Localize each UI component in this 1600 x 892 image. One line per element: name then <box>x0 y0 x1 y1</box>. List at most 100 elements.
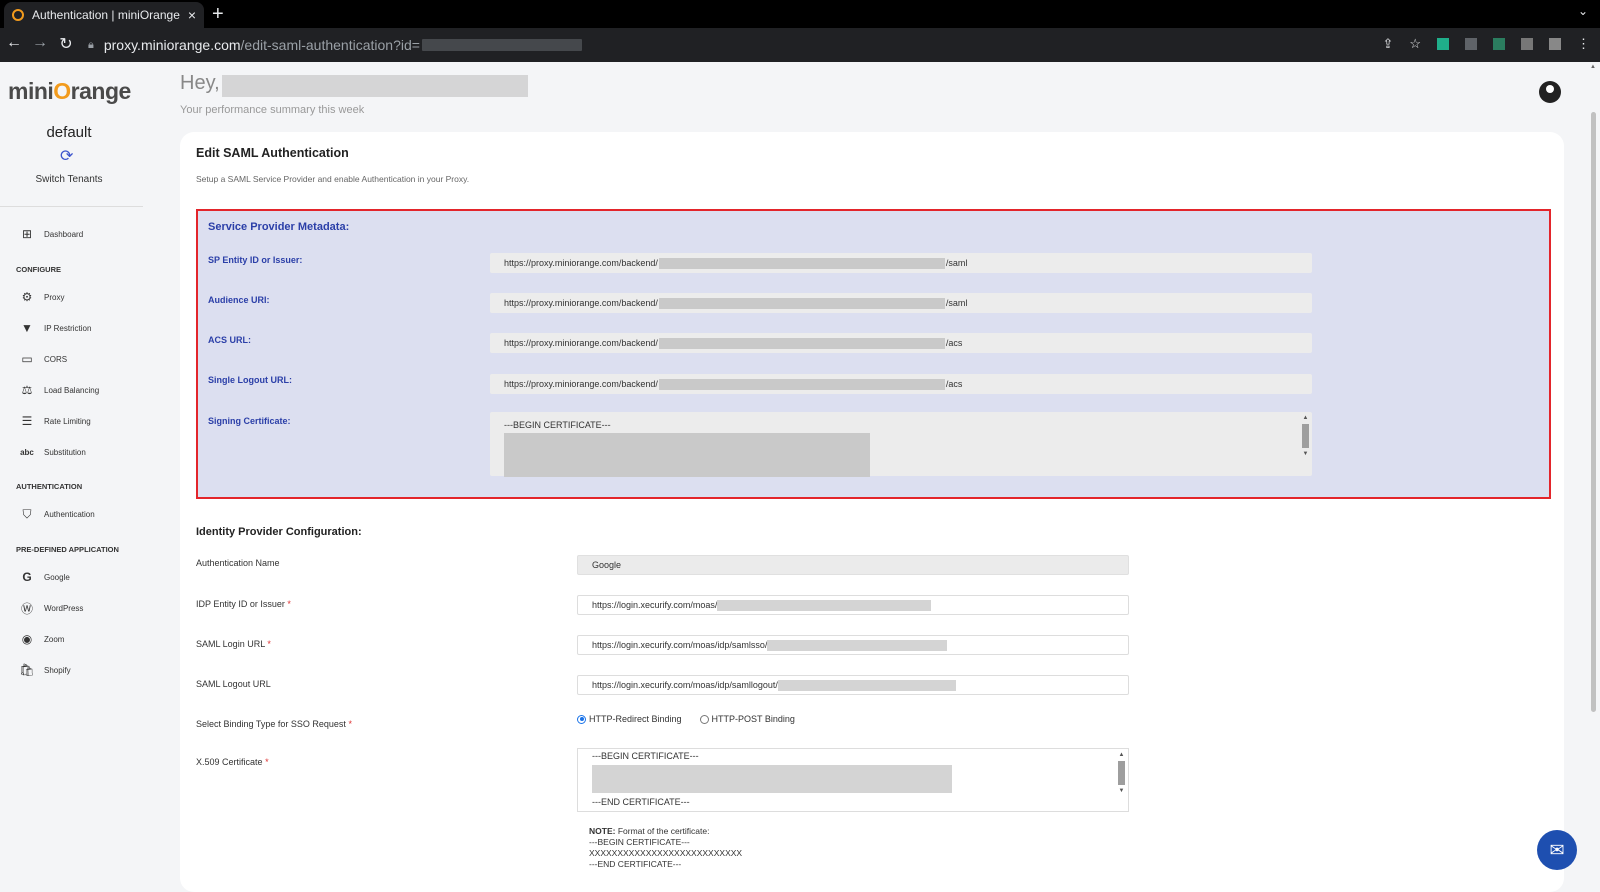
share-icon[interactable]: ⇪ <box>1382 36 1393 52</box>
saml-logout-value: https://login.xecurify.com/moas/idp/saml… <box>592 680 778 690</box>
browser-tab[interactable]: Authentication | miniOrange × <box>4 2 204 28</box>
chat-support-button[interactable]: ✉ <box>1537 830 1577 870</box>
textarea-scrollbar[interactable]: ▲ ▼ <box>1117 751 1126 809</box>
saml-logout-url-field[interactable]: https://login.xecurify.com/moas/idp/saml… <box>577 675 1129 695</box>
monitor-icon: ▭ <box>21 352 33 366</box>
close-tab-icon[interactable]: × <box>188 7 196 23</box>
redacted-id <box>658 378 945 390</box>
sidebar-item-substitution[interactable]: abc Substitution <box>20 445 86 459</box>
scroll-thumb[interactable] <box>1302 424 1309 448</box>
sidebar-item-zoom[interactable]: ◉ Zoom <box>20 632 65 646</box>
x509-end-line: ---END CERTIFICATE--- <box>592 797 690 807</box>
x509-certificate-label: X.509 Certificate * <box>196 757 269 767</box>
extension-icon[interactable] <box>1521 38 1533 50</box>
sidebar-item-label: Load Balancing <box>44 385 100 395</box>
scroll-thumb[interactable] <box>1118 761 1125 785</box>
miniorange-logo[interactable]: miniOrange <box>8 78 131 105</box>
browser-menu-icon[interactable]: ⋮ <box>1577 36 1590 52</box>
audience-prefix: https://proxy.miniorange.com/backend/ <box>504 298 658 308</box>
tenant-name: default <box>46 124 92 141</box>
sidebar-item-label: Dashboard <box>44 229 84 239</box>
sidebar-item-load-balancing[interactable]: ⚖ Load Balancing <box>20 383 100 397</box>
audience-uri-field[interactable]: https://proxy.miniorange.com/backend/ /sa… <box>490 293 1312 313</box>
sidebar-item-label: Proxy <box>44 292 65 302</box>
scroll-down-arrow-icon[interactable]: ▼ <box>1301 450 1310 458</box>
page-scrollbar[interactable]: ▲ <box>1588 62 1598 881</box>
acs-url-field[interactable]: https://proxy.miniorange.com/backend/ /ac… <box>490 333 1312 353</box>
sidebar-item-label: WordPress <box>44 603 84 613</box>
signing-certificate-textarea[interactable]: ---BEGIN CERTIFICATE--- ▲ ▼ <box>490 412 1312 477</box>
sidebar-item-authentication[interactable]: ⛉ Authentication <box>20 506 94 521</box>
idp-entity-field[interactable]: https://login.xecurify.com/moas/ <box>577 595 1129 615</box>
note-label: NOTE: <box>589 826 616 836</box>
extension-icon[interactable] <box>1465 38 1477 50</box>
radio-http-post[interactable]: HTTP-POST Binding <box>699 714 795 724</box>
scale-icon: ⚖ <box>21 383 33 397</box>
x509-certificate-textarea[interactable]: ---BEGIN CERTIFICATE--- ---END CERTIFICA… <box>577 748 1129 812</box>
scroll-up-arrow-icon[interactable]: ▲ <box>1117 751 1126 759</box>
radio-button[interactable] <box>699 714 709 724</box>
sidebar-item-proxy[interactable]: ⚙ Proxy <box>20 290 65 304</box>
page-subtitle: Setup a SAML Service Provider and enable… <box>196 174 470 184</box>
browser-tab-bar: Authentication | miniOrange × + ⌄ <box>0 0 1600 28</box>
gear-icon: ⚙ <box>21 290 33 304</box>
profile-avatar[interactable] <box>1549 38 1561 50</box>
single-logout-url-field[interactable]: https://proxy.miniorange.com/backend/ /ac… <box>490 374 1312 394</box>
url-path: /edit-saml-authentication?id= <box>240 37 420 53</box>
filter-icon: ▼ <box>21 321 33 335</box>
radio-label: HTTP-Redirect Binding <box>589 714 682 724</box>
scroll-thumb[interactable] <box>1591 112 1596 712</box>
sp-entity-field[interactable]: https://proxy.miniorange.com/backend/ /sa… <box>490 253 1312 273</box>
sidebar-item-cors[interactable]: ▭ CORS <box>20 352 67 366</box>
toolbar-icons: ⇪ ☆ ⋮ <box>1382 36 1590 52</box>
shield-icon: ⛉ <box>22 506 32 521</box>
saml-login-url-field[interactable]: https://login.xecurify.com/moas/idp/saml… <box>577 635 1129 655</box>
redacted-id <box>658 297 945 309</box>
new-tab-button[interactable]: + <box>212 3 224 25</box>
switch-tenants-link[interactable]: Switch Tenants <box>0 174 138 185</box>
sidebar-item-label: IP Restriction <box>44 323 92 333</box>
extension-icon[interactable] <box>1437 38 1449 50</box>
switch-tenant-sync-icon[interactable]: ⟳ <box>60 146 73 166</box>
account-circle-icon[interactable] <box>1539 81 1561 103</box>
redacted-id <box>777 679 956 691</box>
scroll-up-arrow-icon[interactable]: ▲ <box>1590 64 1596 70</box>
redacted-id <box>717 599 932 611</box>
radio-http-redirect[interactable]: HTTP-Redirect Binding <box>577 714 682 724</box>
certificate-format-note: NOTE: Format of the certificate: ---BEGI… <box>589 826 742 870</box>
auth-name-field[interactable]: Google <box>577 555 1129 575</box>
sidebar-item-rate-limiting[interactable]: ☰ Rate Limiting <box>20 414 91 428</box>
tab-search-chevron-icon[interactable]: ⌄ <box>1578 4 1588 18</box>
binding-label-text: Select Binding Type for SSO Request <box>196 719 346 729</box>
idp-entity-value: https://login.xecurify.com/moas/ <box>592 600 718 610</box>
bookmark-star-icon[interactable]: ☆ <box>1409 36 1421 52</box>
zoom-icon: ◉ <box>21 632 33 646</box>
mail-icon: ✉ <box>1549 839 1565 860</box>
sp-metadata-title: Service Provider Metadata: <box>208 221 350 233</box>
sidebar-item-dashboard[interactable]: ⊞ Dashboard <box>20 227 83 241</box>
sidebar-item-wordpress[interactable]: Ⓦ WordPress <box>20 601 84 616</box>
shopify-bag-icon: 🛍︎ <box>19 663 35 677</box>
back-button[interactable]: ← <box>4 34 24 52</box>
google-icon: G <box>22 570 32 584</box>
scroll-up-arrow-icon[interactable]: ▲ <box>1301 414 1310 422</box>
radio-label: HTTP-POST Binding <box>711 714 795 724</box>
logo-text-left: mini <box>8 78 54 104</box>
sidebar-item-shopify[interactable]: 🛍︎ Shopify <box>19 663 70 677</box>
idp-config-title: Identity Provider Configuration: <box>196 526 362 538</box>
sidebar-item-google[interactable]: G Google <box>20 570 69 584</box>
address-bar[interactable]: 🔒︎ proxy.miniorange.com /edit-saml-authe… <box>88 32 1388 58</box>
radio-button-selected[interactable] <box>577 714 586 724</box>
scroll-down-arrow-icon[interactable]: ▼ <box>1117 787 1126 795</box>
idp-entity-label-text: IDP Entity ID or Issuer <box>196 599 285 609</box>
page: miniOrange default ⟳ Switch Tenants ⊞ Da… <box>0 62 1600 892</box>
extension-icon[interactable] <box>1493 38 1505 50</box>
sidebar-item-ip-restriction[interactable]: ▼ IP Restriction <box>20 321 91 335</box>
sp-entity-prefix: https://proxy.miniorange.com/backend/ <box>504 258 658 268</box>
audience-suffix: /saml <box>945 298 968 308</box>
reload-button[interactable]: ↻ <box>56 34 76 54</box>
sidebar: miniOrange default ⟳ Switch Tenants ⊞ Da… <box>0 62 145 881</box>
textarea-scrollbar[interactable]: ▲ ▼ <box>1301 414 1310 472</box>
sidebar-item-label: Zoom <box>44 634 65 644</box>
forward-button[interactable]: → <box>30 34 50 52</box>
